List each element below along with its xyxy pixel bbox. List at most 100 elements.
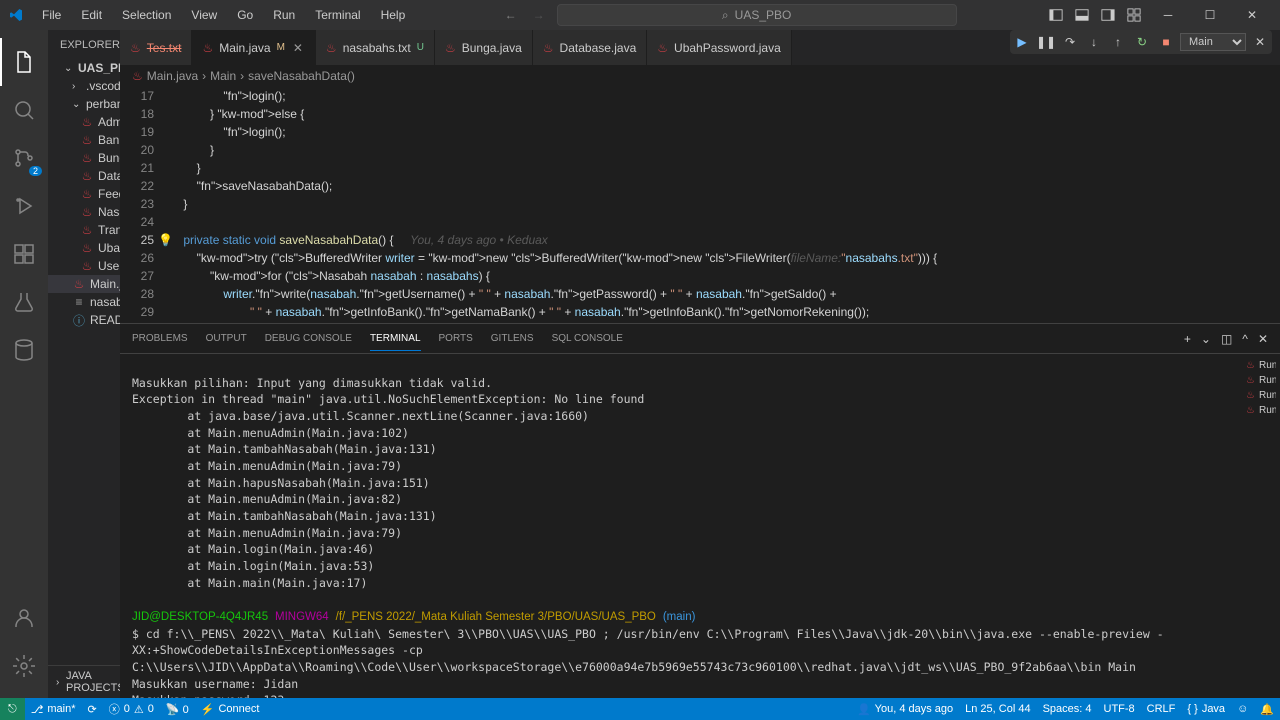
- tree-item[interactable]: ♨Bank.java: [48, 131, 120, 149]
- scm-activity-icon[interactable]: 2: [0, 134, 48, 182]
- tree-item[interactable]: ≡nasabahs.txtU: [48, 293, 120, 311]
- java-file-icon: ♨: [132, 69, 143, 83]
- pause-icon[interactable]: ❚❚: [1036, 32, 1056, 52]
- remote-button[interactable]: ⎋: [0, 698, 25, 720]
- step-out-icon[interactable]: ↑: [1108, 32, 1128, 52]
- panel: PROBLEMS OUTPUT DEBUG CONSOLE TERMINAL PORTS…: [120, 323, 1280, 698]
- panel-tab-problems[interactable]: PROBLEMS: [132, 327, 188, 350]
- chevron-right-icon[interactable]: ›: [56, 677, 66, 688]
- split-terminal-icon[interactable]: ◫: [1221, 332, 1232, 346]
- command-center[interactable]: ⌕ UAS_PBO: [557, 4, 957, 26]
- debug-toolbar: ▶ ❚❚ ↷ ↓ ↑ ↻ ■ Main ✕: [1010, 30, 1272, 54]
- accounts-activity-icon[interactable]: [0, 594, 48, 642]
- tree-item[interactable]: ⌄perbankan: [48, 95, 120, 113]
- terminal-output[interactable]: Masukkan pilihan: Input yang dimasukkan …: [120, 354, 1240, 698]
- menu-view[interactable]: View: [183, 4, 225, 26]
- continue-icon[interactable]: ▶: [1012, 32, 1032, 52]
- language-status[interactable]: { } Java: [1181, 703, 1231, 716]
- terminal-list-item[interactable]: ♨ Run:...: [1244, 403, 1276, 418]
- errors-status[interactable]: ⓧ 0 ⚠ 0: [103, 701, 160, 717]
- close-button[interactable]: ✕: [1232, 0, 1272, 30]
- search-text: UAS_PBO: [735, 8, 792, 22]
- tree-item[interactable]: ♨Nasabah.java: [48, 203, 120, 221]
- menu-edit[interactable]: Edit: [73, 4, 110, 26]
- panel-tab-terminal[interactable]: TERMINAL: [370, 327, 421, 351]
- branch-status[interactable]: ⎇ main*: [25, 703, 82, 716]
- tree-item[interactable]: ♨Bunga.java: [48, 149, 120, 167]
- connect-button[interactable]: ⚡ Connect: [195, 703, 266, 716]
- nav-back-icon[interactable]: ←: [501, 5, 521, 25]
- search-activity-icon[interactable]: [0, 86, 48, 134]
- panel-tab-debug-console[interactable]: DEBUG CONSOLE: [265, 327, 352, 350]
- indent-status[interactable]: Spaces: 4: [1037, 703, 1098, 716]
- editor-area: ▶ ❚❚ ↷ ↓ ↑ ↻ ■ Main ✕ ♨Tes.txt♨Main.java…: [120, 30, 1280, 698]
- stop-icon[interactable]: ■: [1156, 32, 1176, 52]
- run-config-select[interactable]: Main: [1180, 33, 1246, 51]
- close-panel-icon[interactable]: ✕: [1258, 332, 1268, 346]
- eol-status[interactable]: CRLF: [1141, 703, 1182, 716]
- editor-tab[interactable]: ♨Main.javaM✕: [192, 30, 315, 65]
- cursor-position[interactable]: Ln 25, Col 44: [959, 703, 1036, 716]
- sync-status[interactable]: ⟳: [82, 703, 103, 716]
- menu-help[interactable]: Help: [373, 4, 414, 26]
- maximize-panel-icon[interactable]: ^: [1242, 332, 1248, 346]
- terminal-list-item[interactable]: ♨ Run:...: [1244, 373, 1276, 388]
- toggle-secondary-sidebar-icon[interactable]: [1098, 5, 1118, 25]
- tree-item[interactable]: ♨Transaksi.java: [48, 221, 120, 239]
- tree-item[interactable]: ›.vscode: [48, 77, 120, 95]
- menu-selection[interactable]: Selection: [114, 4, 179, 26]
- minimize-button[interactable]: ─: [1148, 0, 1188, 30]
- restart-icon[interactable]: ↻: [1132, 32, 1152, 52]
- menu-file[interactable]: File: [34, 4, 69, 26]
- tree-item[interactable]: ♨Feedback.java: [48, 185, 120, 203]
- breadcrumb[interactable]: ♨ Main.java › Main › saveNasabahData(): [120, 65, 1280, 87]
- menu-go[interactable]: Go: [229, 4, 261, 26]
- search-icon: ⌕: [722, 8, 729, 23]
- editor-tab[interactable]: ♨Database.java: [533, 30, 647, 65]
- explorer-activity-icon[interactable]: [0, 38, 48, 86]
- menu-terminal[interactable]: Terminal: [307, 4, 368, 26]
- step-into-icon[interactable]: ↓: [1084, 32, 1104, 52]
- tree-item[interactable]: ♨User.java: [48, 257, 120, 275]
- activity-bar: 2: [0, 30, 48, 698]
- customize-layout-icon[interactable]: [1124, 5, 1144, 25]
- tree-item[interactable]: ⓘREADME.md: [48, 311, 120, 329]
- tree-item[interactable]: ♨Database.java: [48, 167, 120, 185]
- step-over-icon[interactable]: ↷: [1060, 32, 1080, 52]
- panel-tab-sql-console[interactable]: SQL CONSOLE: [552, 327, 623, 350]
- explorer-sidebar: EXPLORER ⋯ ⌄UAS_PBO›.vscode⌄perbankan♨Ad…: [48, 30, 120, 698]
- bell-icon[interactable]: 🔔: [1254, 703, 1280, 716]
- close-debug-icon[interactable]: ✕: [1250, 32, 1270, 52]
- tree-item[interactable]: ♨UbahPassword.java: [48, 239, 120, 257]
- encoding-status[interactable]: UTF-8: [1098, 703, 1141, 716]
- minimap[interactable]: [1265, 87, 1280, 323]
- port-status[interactable]: 📡 0: [160, 703, 195, 716]
- feedback-icon[interactable]: ☺: [1231, 703, 1254, 716]
- workspace-root[interactable]: ⌄UAS_PBO: [48, 59, 120, 77]
- editor-tab[interactable]: ♨UbahPassword.java: [647, 30, 792, 65]
- database-activity-icon[interactable]: [0, 326, 48, 374]
- terminal-dropdown-icon[interactable]: ⌄: [1201, 332, 1211, 346]
- editor-tab[interactable]: ♨Tes.txt: [120, 30, 192, 65]
- test-activity-icon[interactable]: [0, 278, 48, 326]
- nav-forward-icon[interactable]: →: [529, 5, 549, 25]
- editor-tab[interactable]: ♨nasabahs.txtU: [316, 30, 435, 65]
- settings-activity-icon[interactable]: [0, 642, 48, 690]
- panel-tab-output[interactable]: OUTPUT: [206, 327, 247, 350]
- debug-activity-icon[interactable]: [0, 182, 48, 230]
- tree-item[interactable]: ♨Admin.java: [48, 113, 120, 131]
- editor-tab[interactable]: ♨Bunga.java: [435, 30, 533, 65]
- terminal-list-item[interactable]: ♨ Run:...: [1244, 388, 1276, 403]
- panel-tab-gitlens[interactable]: GITLENS: [491, 327, 534, 350]
- tree-item[interactable]: ♨Main.javaM: [48, 275, 120, 293]
- terminal-list-item[interactable]: ♨ Run:...: [1244, 358, 1276, 373]
- extensions-activity-icon[interactable]: [0, 230, 48, 278]
- maximize-button[interactable]: ☐: [1190, 0, 1230, 30]
- menu-run[interactable]: Run: [265, 4, 303, 26]
- toggle-panel-icon[interactable]: [1072, 5, 1092, 25]
- toggle-primary-sidebar-icon[interactable]: [1046, 5, 1066, 25]
- panel-tab-ports[interactable]: PORTS: [439, 327, 473, 350]
- java-projects-label[interactable]: JAVA PROJECTS: [66, 670, 120, 694]
- new-terminal-icon[interactable]: +: [1184, 332, 1191, 346]
- blame-status[interactable]: 👤 You, 4 days ago: [851, 703, 959, 716]
